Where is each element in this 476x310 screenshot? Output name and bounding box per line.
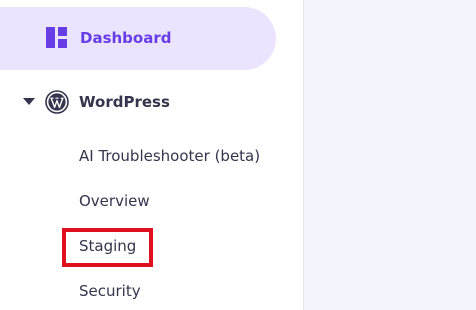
sidebar-subitem-overview[interactable]: Overview [79, 192, 150, 210]
sidebar-subitem-security[interactable]: Security [79, 282, 141, 300]
caret-down-icon[interactable] [23, 98, 35, 105]
sidebar-subitem-ai-troubleshooter[interactable]: AI Troubleshooter (beta) [79, 147, 260, 165]
main-content [304, 0, 476, 310]
highlight-box [62, 228, 153, 267]
wordpress-logo-icon [45, 90, 69, 114]
sidebar-item-wordpress[interactable]: WordPress [0, 82, 303, 122]
sidebar-item-dashboard[interactable]: Dashboard [0, 7, 276, 70]
sidebar-item-label: Dashboard [80, 29, 172, 47]
dashboard-grid-icon [46, 27, 67, 48]
sidebar-item-label: WordPress [79, 93, 170, 111]
sidebar: Dashboard WordPress AI Troubleshooter (b… [0, 0, 303, 310]
